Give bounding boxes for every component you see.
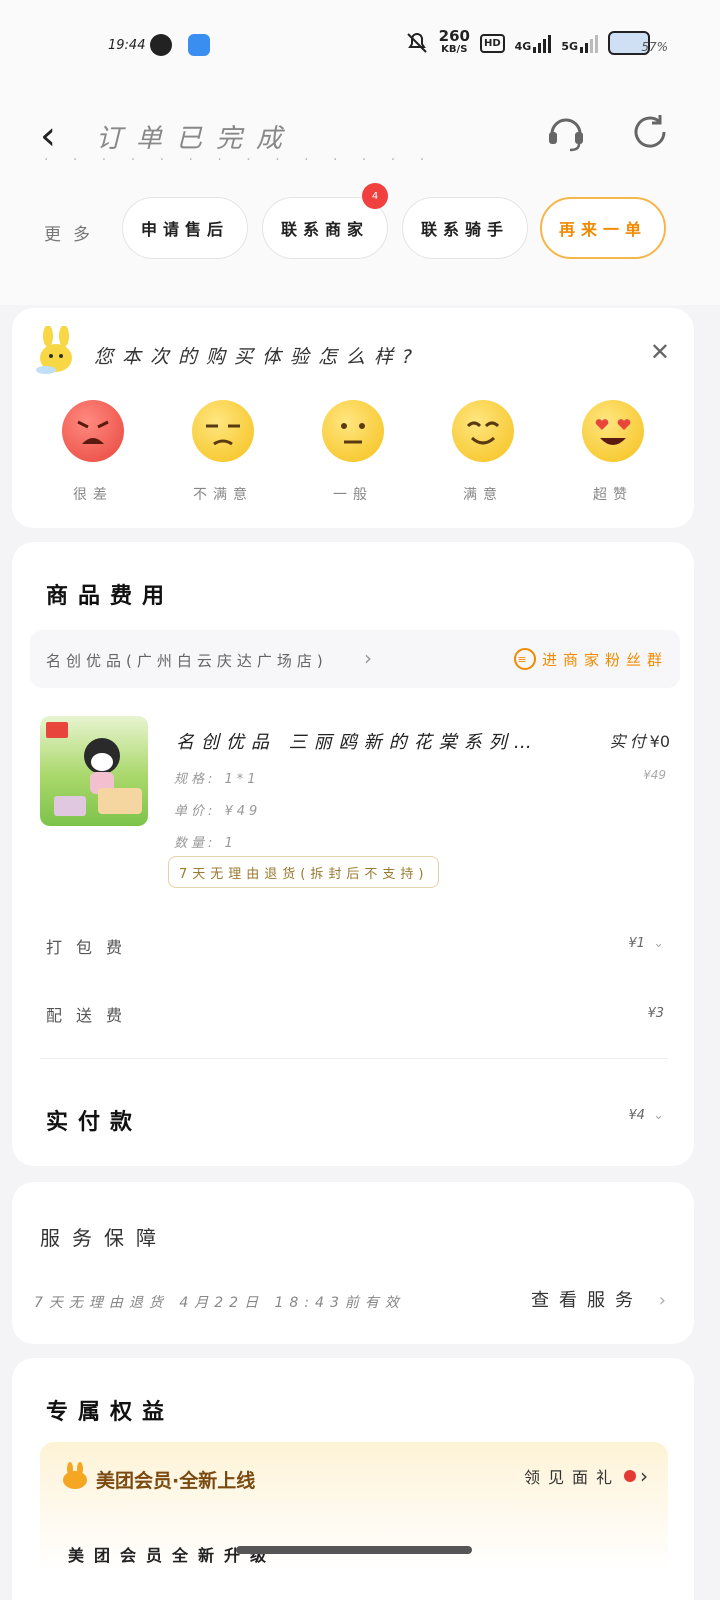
smiling-face-icon bbox=[466, 421, 500, 445]
view-service-link[interactable]: 查看服务 › bbox=[531, 1286, 666, 1312]
close-icon[interactable]: ✕ bbox=[650, 338, 670, 366]
contact-rider-button[interactable]: 联系骑手 bbox=[402, 197, 528, 259]
faded-header-text: · · · · · · · · · · · · · · bbox=[44, 152, 435, 166]
status-time: 19:44 bbox=[108, 38, 146, 53]
chevron-right-icon: › bbox=[640, 1464, 648, 1488]
member-gift-link[interactable]: 领见面礼 › bbox=[524, 1464, 648, 1488]
red-dot bbox=[624, 1470, 636, 1482]
heart-eyes-face-icon bbox=[595, 419, 631, 445]
packing-fee-value[interactable]: ¥1 ⌄ bbox=[628, 936, 664, 951]
customer-service-icon[interactable] bbox=[544, 110, 588, 154]
kangaroo-logo-icon bbox=[63, 1462, 87, 1489]
total-label: 实付款 bbox=[46, 1110, 143, 1135]
shop-name[interactable]: 名创优品(广州白云庆达广场店) bbox=[46, 650, 328, 671]
packing-fee-label: 打包费 bbox=[46, 938, 137, 957]
apply-after-sale-button[interactable]: 申请售后 bbox=[122, 197, 248, 259]
emoji-neutral[interactable] bbox=[322, 400, 384, 462]
kangaroo-mascot-icon bbox=[36, 326, 72, 374]
service-card: 服务保障 7天无理由退货 4月22日 18:43前有效 查看服务 › bbox=[12, 1182, 694, 1344]
survey-card: 您本次的购买体验怎么样? ✕ 很差 不满意 一般 满意 超赞 bbox=[12, 308, 694, 528]
reorder-button[interactable]: 再来一单 bbox=[540, 197, 666, 259]
angry-face-icon bbox=[77, 420, 109, 444]
refresh-icon[interactable] bbox=[628, 110, 672, 154]
emoji-excellent[interactable] bbox=[582, 400, 644, 462]
more-button[interactable]: 更多 bbox=[44, 220, 102, 245]
battery-percent: 57% bbox=[641, 40, 668, 54]
neutral-face-icon bbox=[341, 423, 365, 444]
product-name[interactable]: 名创优品 三丽鸥新的花棠系列… bbox=[176, 728, 539, 754]
emoji-very-bad[interactable] bbox=[62, 400, 124, 462]
product-quantity: 数量: 1 bbox=[174, 836, 237, 851]
status-bar: 19:44 260 KB/S HD 4G 5G 57% bbox=[0, 0, 720, 90]
goods-card: 商品费用 名创优品(广州白云庆达广场店) › ≡ 进商家粉丝群 名创优品 三丽鸥… bbox=[12, 542, 694, 1166]
unamused-face-icon bbox=[206, 424, 240, 446]
chevron-right-icon: › bbox=[364, 646, 372, 670]
divider bbox=[40, 1058, 668, 1059]
home-indicator[interactable] bbox=[236, 1546, 472, 1554]
return-policy-tag: 7天无理由退货(拆封后不支持) bbox=[168, 856, 440, 888]
service-detail: 7天无理由退货 4月22日 18:43前有效 bbox=[34, 1295, 405, 1311]
survey-question: 您本次的购买体验怎么样? bbox=[94, 346, 422, 368]
app-notification-icon bbox=[188, 34, 210, 56]
product-original-price: ¥49 bbox=[643, 768, 666, 782]
emoji-label-neutral: 一般 bbox=[333, 487, 373, 503]
goods-section-title: 商品费用 bbox=[46, 584, 175, 609]
chat-group-icon: ≡ bbox=[513, 648, 536, 670]
product-image[interactable] bbox=[40, 716, 148, 826]
chevron-down-icon: ⌄ bbox=[653, 936, 664, 951]
emoji-label-excellent: 超赞 bbox=[593, 487, 633, 503]
net-speed: 260 KB/S bbox=[438, 27, 470, 56]
chevron-down-icon: ⌄ bbox=[653, 1108, 664, 1123]
shop-row[interactable]: 名创优品(广州白云庆达广场店) › ≡ 进商家粉丝群 bbox=[30, 630, 680, 688]
emoji-satisfied[interactable] bbox=[452, 400, 514, 462]
mute-icon bbox=[406, 32, 427, 53]
delivery-fee-label: 配送费 bbox=[46, 1006, 137, 1025]
emoji-label-dissatisfied: 不满意 bbox=[193, 487, 253, 503]
product-paid: 实付¥0 bbox=[609, 732, 670, 751]
product-photo bbox=[46, 722, 142, 816]
service-title: 服务保障 bbox=[40, 1226, 168, 1250]
benefits-title: 专属权益 bbox=[46, 1400, 175, 1425]
signal-5g: 5G bbox=[561, 33, 598, 53]
delivery-fee-value: ¥3 bbox=[647, 1006, 664, 1021]
page-title: 订单已完成 bbox=[96, 124, 297, 154]
chevron-right-icon: › bbox=[658, 1290, 666, 1311]
benefits-card: 专属权益 美团会员·全新上线 领见面礼 › 美团会员全新升级 bbox=[12, 1358, 694, 1600]
emoji-label-satisfied: 满意 bbox=[463, 487, 503, 503]
product-unit-price: 单价: ¥49 bbox=[174, 804, 262, 819]
emoji-label-very-bad: 很差 bbox=[73, 487, 113, 503]
unread-badge: 4 bbox=[362, 183, 388, 209]
signal-4g: 4G bbox=[515, 33, 552, 53]
total-value[interactable]: ¥4 ⌄ bbox=[628, 1108, 664, 1123]
status-indicators: 260 KB/S HD 4G 5G bbox=[405, 27, 650, 56]
member-title: 美团会员·全新上线 bbox=[96, 1470, 256, 1492]
product-spec: 规格: 1*1 bbox=[174, 772, 260, 787]
hd-icon: HD bbox=[479, 33, 505, 53]
wechat-icon bbox=[150, 34, 172, 56]
fans-group-link[interactable]: ≡ 进商家粉丝群 bbox=[513, 648, 668, 670]
emoji-dissatisfied[interactable] bbox=[192, 400, 254, 462]
back-icon[interactable]: ‹ bbox=[40, 116, 56, 156]
